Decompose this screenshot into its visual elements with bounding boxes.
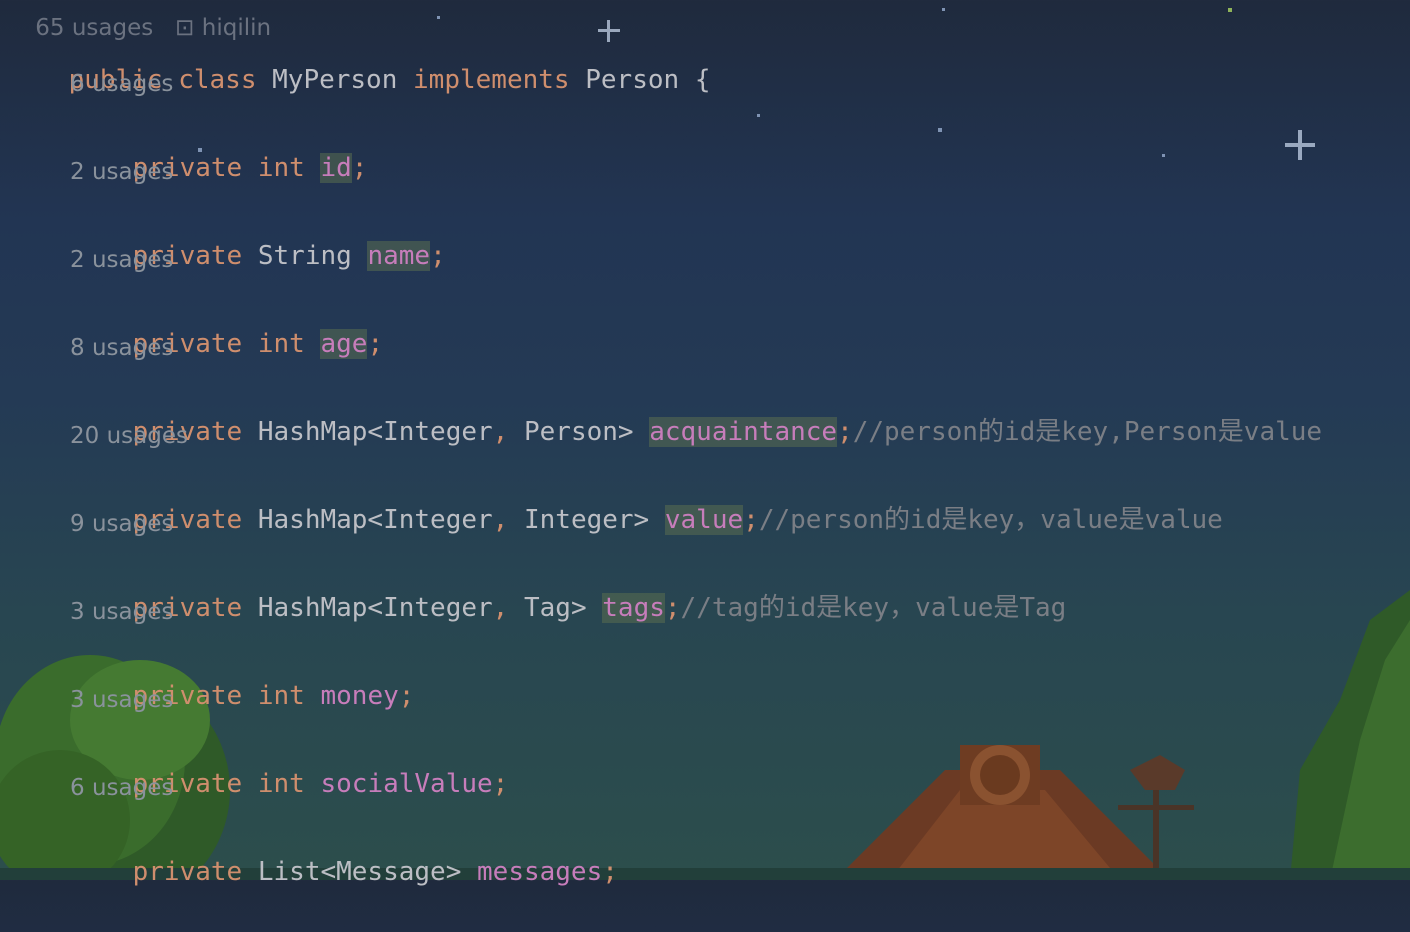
field-line-id[interactable]: private int id;	[70, 108, 367, 183]
field-name-acquaintance[interactable]: acquaintance	[649, 417, 838, 447]
semicolon: ;	[430, 241, 446, 271]
keyword-implements: implements	[413, 65, 570, 95]
type-comma: ,	[492, 593, 509, 623]
field-type: int	[257, 329, 305, 359]
field-name-money[interactable]: money	[320, 681, 398, 711]
field-line-money[interactable]: private int money;	[70, 636, 415, 711]
usages-hint-age[interactable]: 2 usages	[70, 242, 173, 278]
field-type: int	[257, 769, 305, 799]
field-line-tags[interactable]: private HashMap<Integer, Tag> tags;//tag…	[70, 548, 1066, 623]
field-type-post[interactable]: Integer>	[508, 505, 649, 535]
header-hint: 65 usages ⊡ hiqilin	[6, 0, 271, 41]
field-name-tags[interactable]: tags	[602, 593, 665, 623]
usages-hint-socialvalue[interactable]: 3 usages	[70, 682, 173, 718]
class-name[interactable]: MyPerson	[272, 65, 397, 95]
usages-hint-id[interactable]: 6 usages	[70, 66, 173, 102]
type-comma: ,	[492, 505, 509, 535]
usages-hint-acquaintance[interactable]: 8 usages	[70, 330, 173, 366]
line-comment: //person的id是key，value是value	[758, 505, 1223, 535]
field-type-pre[interactable]: HashMap<Integer	[258, 417, 493, 447]
interface-name[interactable]: Person	[585, 65, 679, 95]
usages-hint-messages[interactable]: 6 usages	[70, 770, 173, 806]
usages-hint-name[interactable]: 2 usages	[70, 154, 173, 190]
semicolon: ;	[492, 769, 509, 799]
semicolon: ;	[743, 505, 759, 535]
field-type-post[interactable]: Person>	[508, 417, 634, 447]
field-line-age[interactable]: private int age;	[70, 284, 383, 359]
usages-hint-tags[interactable]: 9 usages	[70, 506, 173, 542]
semicolon: ;	[664, 593, 681, 623]
field-type: int	[257, 681, 305, 711]
field-name-age[interactable]: age	[320, 329, 368, 359]
line-comment: //tag的id是key，value是Tag	[680, 593, 1067, 623]
field-type[interactable]: String	[258, 241, 352, 271]
field-name-value[interactable]: value	[664, 505, 744, 535]
type-comma: ,	[492, 417, 509, 447]
field-name-name[interactable]: name	[367, 241, 431, 271]
field-line-messages[interactable]: private List<Message> messages;	[70, 812, 618, 887]
keyword-class: class	[178, 65, 257, 95]
field-type: int	[257, 153, 305, 183]
code-editor[interactable]: 65 usages ⊡ hiqilin public class MyPerso…	[0, 0, 1410, 887]
semicolon: ;	[398, 681, 415, 711]
field-line-name[interactable]: private String name;	[70, 196, 446, 271]
modifier: private	[132, 857, 243, 887]
semicolon: ;	[367, 329, 384, 359]
field-name-id[interactable]: id	[320, 153, 352, 183]
semicolon: ;	[602, 857, 618, 887]
field-line-acquaintance[interactable]: private HashMap<Integer, Person> acquain…	[70, 372, 1322, 447]
field-line-socialvalue[interactable]: private int socialValue;	[70, 724, 509, 799]
field-type-pre[interactable]: HashMap<Integer	[258, 505, 493, 535]
class-declaration-line[interactable]: public class MyPerson implements Person …	[6, 20, 711, 95]
field-name-socialvalue[interactable]: socialValue	[320, 769, 492, 799]
field-type[interactable]: List<Message>	[258, 857, 462, 887]
field-type-post[interactable]: Tag>	[508, 593, 587, 623]
line-comment: //person的id是key,Person是value	[852, 417, 1323, 447]
field-line-value[interactable]: private HashMap<Integer, Integer> value;…	[70, 460, 1223, 535]
usages-hint-value[interactable]: 20 usages	[70, 418, 188, 454]
open-brace: {	[694, 65, 711, 95]
semicolon: ;	[351, 153, 368, 183]
field-name-messages[interactable]: messages	[477, 857, 602, 887]
field-type-pre[interactable]: HashMap<Integer	[258, 593, 493, 623]
usages-hint-money[interactable]: 3 usages	[70, 594, 173, 630]
semicolon: ;	[837, 417, 853, 447]
